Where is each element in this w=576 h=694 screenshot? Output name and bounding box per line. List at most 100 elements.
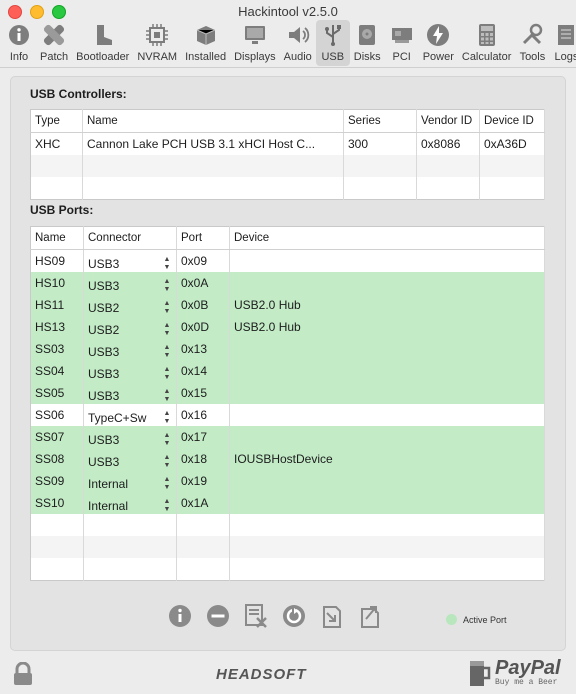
- updown-chevron-icon: ▲ ▼: [163, 255, 171, 271]
- info-circle-icon[interactable]: [168, 603, 192, 629]
- empty-row: [30, 177, 545, 200]
- table-row[interactable]: HS11 USB2 ▲ ▼ 0x0B USB2.0 Hub: [30, 294, 545, 316]
- tab-logs[interactable]: Logs: [549, 20, 576, 66]
- window-title: Hackintool v2.5.0: [238, 4, 338, 19]
- tab-nvram[interactable]: NVRAM: [133, 20, 181, 66]
- column-header[interactable]: Vendor ID: [416, 109, 480, 133]
- empty-cell: [479, 177, 545, 200]
- tab-displays[interactable]: Displays: [230, 20, 280, 66]
- table-row[interactable]: SS07 USB3 ▲ ▼ 0x17: [30, 426, 545, 448]
- tab-label: Audio: [283, 51, 312, 63]
- tab-audio[interactable]: Audio: [280, 20, 316, 66]
- cell-port: 0x18: [176, 448, 230, 470]
- empty-cell: [30, 514, 84, 536]
- empty-row: [30, 155, 545, 177]
- connector-select[interactable]: USB3 ▲ ▼: [83, 249, 177, 272]
- tab-info[interactable]: Info: [2, 20, 36, 66]
- table-row[interactable]: SS06 TypeC+Sw ▲ ▼ 0x16: [30, 404, 545, 426]
- delete-doc-icon[interactable]: [244, 603, 268, 629]
- tab-tools[interactable]: Tools: [515, 20, 549, 66]
- ports-table[interactable]: Name Connector Port Device HS09 USB3 ▲ ▼ 0x09 HS…: [30, 226, 545, 581]
- empty-cell: [30, 536, 84, 558]
- table-row[interactable]: HS09 USB3 ▲ ▼ 0x09: [30, 249, 545, 272]
- active-port-swatch: [446, 614, 457, 625]
- cell-name: SS06: [30, 404, 84, 426]
- cell-port: 0x1A: [176, 492, 230, 514]
- cell-name: SS08: [30, 448, 84, 470]
- connector-select[interactable]: USB2 ▲ ▼: [83, 294, 177, 316]
- empty-row: [30, 514, 545, 536]
- connector-select[interactable]: Internal ▲ ▼: [83, 492, 177, 514]
- tab-patch[interactable]: Patch: [36, 20, 72, 66]
- legend-label: Active Port: [463, 614, 507, 625]
- paypal-donate-button[interactable]: PayPal Buy me a Beer: [468, 658, 561, 690]
- empty-cell: [82, 155, 344, 177]
- table-row[interactable]: SS05 USB3 ▲ ▼ 0x15: [30, 382, 545, 404]
- paypal-sublabel: Buy me a Beer: [495, 678, 558, 687]
- column-header[interactable]: Type: [30, 109, 83, 133]
- import-doc-icon[interactable]: [320, 603, 344, 629]
- empty-row: [30, 558, 545, 581]
- connector-select[interactable]: TypeC+Sw ▲ ▼: [83, 404, 177, 426]
- column-header[interactable]: Name: [82, 109, 344, 133]
- pci-card-icon: [389, 22, 415, 48]
- ports-title: USB Ports:: [30, 203, 94, 217]
- tab-calculator[interactable]: Calculator: [458, 20, 516, 66]
- tab-power[interactable]: Power: [419, 20, 458, 66]
- connector-value: USB3: [88, 388, 120, 403]
- connector-select[interactable]: Internal ▲ ▼: [83, 470, 177, 492]
- column-header[interactable]: Port: [176, 226, 230, 250]
- updown-chevron-icon: ▲ ▼: [163, 409, 171, 425]
- export-doc-icon[interactable]: [358, 603, 382, 629]
- tab-label: Displays: [234, 51, 276, 63]
- table-row[interactable]: SS10 Internal ▲ ▼ 0x1A: [30, 492, 545, 514]
- connector-select[interactable]: USB3 ▲ ▼: [83, 426, 177, 448]
- connector-select[interactable]: USB3 ▲ ▼: [83, 360, 177, 382]
- column-header[interactable]: Device ID: [479, 109, 545, 133]
- connector-select[interactable]: USB3 ▲ ▼: [83, 272, 177, 294]
- table-row[interactable]: SS03 USB3 ▲ ▼ 0x13: [30, 338, 545, 360]
- updown-chevron-icon: ▲ ▼: [163, 475, 171, 491]
- refresh-icon[interactable]: [282, 603, 306, 629]
- remove-circle-icon[interactable]: [206, 603, 230, 629]
- updown-chevron-icon: ▲ ▼: [163, 299, 171, 315]
- cell-name: HS13: [30, 316, 84, 338]
- table-row[interactable]: XHC Cannon Lake PCH USB 3.1 xHCI Host C..…: [30, 132, 545, 155]
- table-row[interactable]: HS13 USB2 ▲ ▼ 0x0D USB2.0 Hub: [30, 316, 545, 338]
- tab-label: NVRAM: [137, 51, 178, 63]
- connector-select[interactable]: USB2 ▲ ▼: [83, 316, 177, 338]
- table-row[interactable]: SS04 USB3 ▲ ▼ 0x14: [30, 360, 545, 382]
- column-header[interactable]: Connector: [83, 226, 177, 250]
- cell-series: 300: [343, 132, 417, 155]
- tab-bootloader[interactable]: Bootloader: [72, 20, 133, 66]
- tab-pci[interactable]: PCI: [385, 20, 419, 66]
- calculator-icon: [474, 22, 500, 48]
- tab-disks[interactable]: Disks: [350, 20, 385, 66]
- connector-select[interactable]: USB3 ▲ ▼: [83, 382, 177, 404]
- connector-select[interactable]: USB3 ▲ ▼: [83, 448, 177, 470]
- connector-select[interactable]: USB3 ▲ ▼: [83, 338, 177, 360]
- power-bolt-icon: [425, 22, 451, 48]
- cell-device: [229, 249, 545, 272]
- empty-cell: [229, 558, 545, 581]
- cell-device: IOUSBHostDevice: [229, 448, 545, 470]
- headsoft-logo[interactable]: HEADSOFT: [216, 666, 307, 683]
- table-row[interactable]: SS09 Internal ▲ ▼ 0x19: [30, 470, 545, 492]
- connector-value: Internal: [88, 476, 129, 491]
- empty-cell: [83, 536, 177, 558]
- tab-usb[interactable]: USB: [315, 20, 350, 66]
- column-header[interactable]: Name: [30, 226, 84, 250]
- empty-cell: [416, 177, 480, 200]
- column-header[interactable]: Series: [343, 109, 417, 133]
- cell-device: [229, 382, 545, 404]
- tab-installed[interactable]: Installed: [181, 20, 230, 66]
- connector-value: TypeC+Sw: [88, 410, 147, 425]
- table-row[interactable]: HS10 USB3 ▲ ▼ 0x0A: [30, 272, 545, 294]
- lock-icon[interactable]: [12, 661, 34, 689]
- table-row[interactable]: SS08 USB3 ▲ ▼ 0x18 IOUSBHostDevice: [30, 448, 545, 470]
- column-header[interactable]: Device: [229, 226, 545, 250]
- cell-name: SS05: [30, 382, 84, 404]
- cell-port: 0x13: [176, 338, 230, 360]
- connector-value: USB3: [88, 432, 120, 447]
- controllers-table[interactable]: Type Name Series Vendor ID Device ID XHC Cann…: [30, 109, 545, 200]
